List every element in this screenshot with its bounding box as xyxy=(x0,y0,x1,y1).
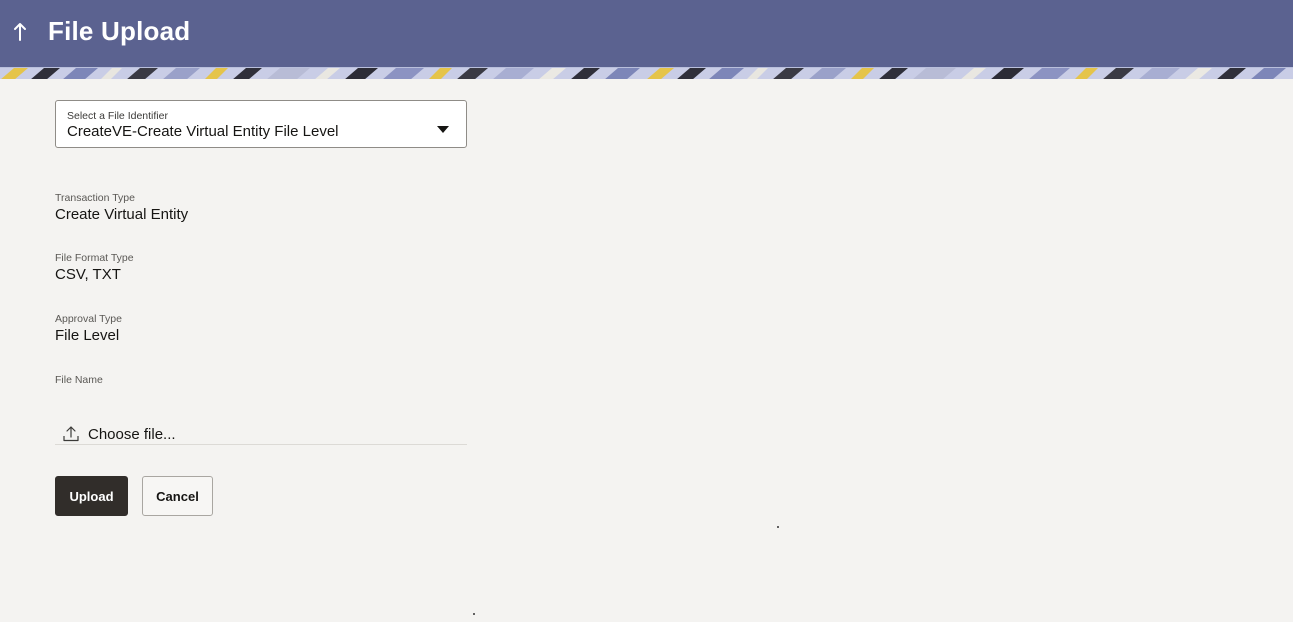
choose-file-text: Choose file... xyxy=(88,426,176,443)
arrow-up-icon[interactable] xyxy=(10,18,30,46)
page-header: File Upload xyxy=(0,0,1293,67)
page-title: File Upload xyxy=(48,16,191,46)
file-format-type-value: CSV, TXT xyxy=(55,266,121,283)
stray-dot xyxy=(473,613,475,615)
upload-button[interactable]: Upload xyxy=(55,476,128,516)
file-format-type-label: File Format Type xyxy=(55,252,134,264)
cancel-button[interactable]: Cancel xyxy=(142,476,213,516)
transaction-type-label: Transaction Type xyxy=(55,192,135,204)
choose-file-button[interactable]: Choose file... xyxy=(55,420,467,445)
file-name-label: File Name xyxy=(55,374,103,386)
stray-dot xyxy=(777,526,779,528)
upload-icon xyxy=(63,425,79,442)
caret-down-icon[interactable] xyxy=(437,121,449,133)
transaction-type-value: Create Virtual Entity xyxy=(55,206,189,223)
file-identifier-select[interactable]: Select a File Identifier CreateVE-Create… xyxy=(55,100,467,148)
approval-type-label: Approval Type xyxy=(55,313,122,325)
file-identifier-label: Select a File Identifier xyxy=(67,110,168,122)
approval-type-value: File Level xyxy=(55,327,120,344)
header-pattern-strip xyxy=(0,67,1293,79)
file-identifier-value: CreateVE-Create Virtual Entity File Leve… xyxy=(67,123,339,140)
